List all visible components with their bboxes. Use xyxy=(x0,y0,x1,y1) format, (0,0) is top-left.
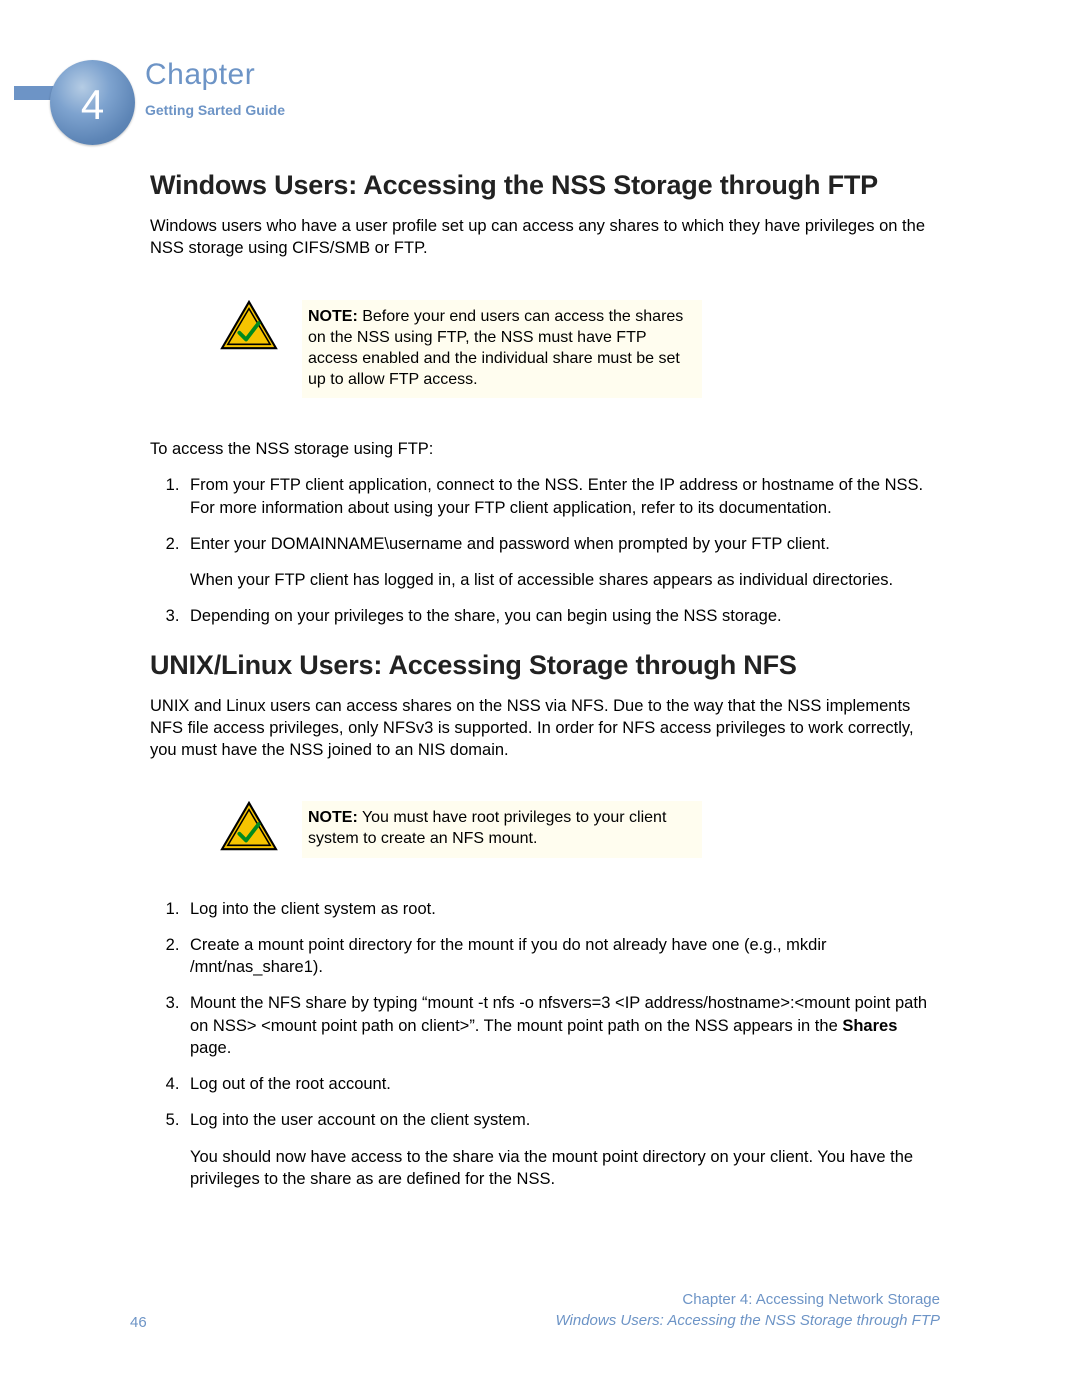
note-label: NOTE: xyxy=(308,308,358,325)
step-text: Log out of the root account. xyxy=(190,1075,391,1093)
list-item: From your FTP client application, connec… xyxy=(184,474,940,519)
section2-intro: UNIX and Linux users can access shares o… xyxy=(150,695,940,762)
step-text: Enter your DOMAINNAME\username and passw… xyxy=(190,535,830,553)
page-footer: 46 Chapter 4: Accessing Network Storage … xyxy=(130,1289,940,1331)
warning-checkmark-icon xyxy=(220,801,278,853)
warning-checkmark-icon xyxy=(220,300,278,352)
step-bold: Shares xyxy=(842,1017,897,1035)
note-body: Before your end users can access the sha… xyxy=(308,308,683,388)
step-text: Mount the NFS share by typing “mount -t … xyxy=(190,994,927,1034)
section1-note: NOTE: Before your end users can access t… xyxy=(220,300,940,398)
chapter-number: 4 xyxy=(81,84,104,126)
footer-chapter: Chapter 4: Accessing Network Storage xyxy=(556,1289,940,1310)
step-extra: You should now have access to the share … xyxy=(190,1146,940,1191)
page-content: Windows Users: Accessing the NSS Storage… xyxy=(150,170,940,1204)
step-text: From your FTP client application, connec… xyxy=(190,476,923,516)
page-number: 46 xyxy=(130,1314,147,1331)
document-page: 4 Chapter Getting Sarted Guide Windows U… xyxy=(0,0,1080,1397)
list-item: Enter your DOMAINNAME\username and passw… xyxy=(184,533,940,592)
section1-title: Windows Users: Accessing the NSS Storage… xyxy=(150,170,940,201)
section1-lead: To access the NSS storage using FTP: xyxy=(150,438,940,460)
list-item: Create a mount point directory for the m… xyxy=(184,934,940,979)
step-extra: When your FTP client has logged in, a li… xyxy=(190,569,940,591)
chapter-badge: 4 xyxy=(50,60,135,145)
section2-steps: Log into the client system as root. Crea… xyxy=(178,898,940,1191)
note-label: NOTE: xyxy=(308,809,358,826)
list-item: Log out of the root account. xyxy=(184,1073,940,1095)
section2-title: UNIX/Linux Users: Accessing Storage thro… xyxy=(150,650,940,681)
chapter-header: Chapter Getting Sarted Guide xyxy=(145,58,285,118)
step-text: Create a mount point directory for the m… xyxy=(190,936,827,976)
step-text: Log into the user account on the client … xyxy=(190,1111,530,1129)
section2-note-text: NOTE: You must have root privileges to y… xyxy=(302,801,702,857)
section1-intro: Windows users who have a user profile se… xyxy=(150,215,940,260)
note-body: You must have root privileges to your cl… xyxy=(308,809,666,847)
footer-right: Chapter 4: Accessing Network Storage Win… xyxy=(556,1289,940,1331)
section2-note: NOTE: You must have root privileges to y… xyxy=(220,801,940,857)
footer-section: Windows Users: Accessing the NSS Storage… xyxy=(556,1310,940,1331)
list-item: Depending on your privileges to the shar… xyxy=(184,605,940,627)
chapter-label: Chapter xyxy=(145,58,285,92)
step-tail: page. xyxy=(190,1039,231,1057)
section1-note-text: NOTE: Before your end users can access t… xyxy=(302,300,702,398)
step-text: Depending on your privileges to the shar… xyxy=(190,607,782,625)
guide-name: Getting Sarted Guide xyxy=(145,102,285,118)
list-item: Log into the user account on the client … xyxy=(184,1109,940,1190)
list-item: Log into the client system as root. xyxy=(184,898,940,920)
step-text: Log into the client system as root. xyxy=(190,900,436,918)
list-item: Mount the NFS share by typing “mount -t … xyxy=(184,992,940,1059)
section1-steps: From your FTP client application, connec… xyxy=(178,474,940,627)
